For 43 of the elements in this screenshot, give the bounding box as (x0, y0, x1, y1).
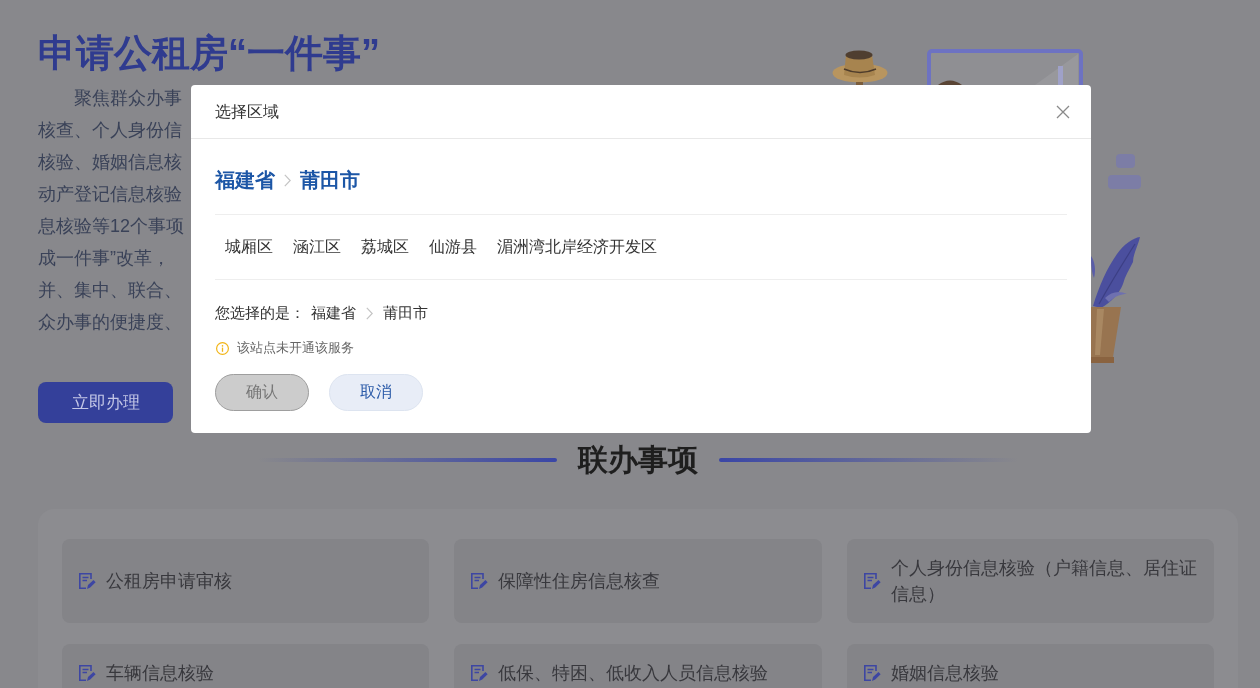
dialog-title: 选择区域 (215, 101, 279, 122)
chevron-right-icon (284, 173, 291, 187)
district-option[interactable]: 仙游县 (419, 235, 487, 259)
start-button[interactable]: 立即办理 (38, 382, 173, 423)
selected-region-text: 福建省 (311, 303, 356, 323)
district-option[interactable]: 城厢区 (215, 235, 283, 259)
section-title: 联办事项 (578, 442, 698, 478)
info-icon (216, 341, 229, 355)
document-edit-icon (470, 572, 489, 590)
region-breadcrumb-link[interactable]: 莆田市 (300, 165, 360, 195)
district-option[interactable]: 湄洲湾北岸经济开发区 (487, 235, 667, 259)
district-option[interactable]: 涵江区 (283, 235, 351, 259)
service-item[interactable]: 婚姻信息核验 (846, 644, 1214, 688)
document-edit-icon (862, 572, 881, 590)
service-item[interactable]: 公租房申请审核 (62, 539, 430, 623)
region-breadcrumb-link[interactable]: 福建省 (215, 165, 275, 195)
service-item[interactable]: 个人身份信息核验（户籍信息、居住证信息） (846, 539, 1214, 623)
close-icon (1056, 104, 1070, 119)
service-item[interactable]: 低保、特困、低收入人员信息核验 (454, 644, 822, 688)
intro-text-line: 聚焦群众办事 (74, 87, 182, 110)
hat-drawing (832, 50, 888, 85)
chevron-right-icon (366, 306, 373, 320)
document-edit-icon (78, 572, 96, 590)
selected-region-text: 莆田市 (383, 303, 428, 323)
rounded-bars-drawing (1107, 154, 1141, 190)
intro-text-line: 核验、婚姻信息核 (38, 151, 182, 174)
selection-label: 您选择的是： (215, 303, 305, 323)
intro-text-line: 息核验等12个事项 (38, 215, 185, 238)
intro-text-line: 核查、个人身份信 (38, 119, 182, 142)
intro-text-line: 成一件事”改革， (38, 247, 170, 270)
cancel-button[interactable]: 取消 (329, 374, 423, 411)
district-option[interactable]: 荔城区 (351, 235, 419, 259)
intro-text-line: 并、集中、联合、 (38, 279, 182, 302)
document-edit-icon (78, 664, 96, 682)
intro-text-line: 动产登记信息核验 (38, 183, 182, 206)
document-edit-icon (862, 664, 881, 682)
intro-text-line: 众办事的便捷度、 (38, 311, 182, 334)
document-edit-icon (470, 664, 489, 682)
service-item[interactable]: 车辆信息核验 (62, 644, 430, 688)
page-title: 申请公租房“一件事” (38, 31, 380, 75)
notice-text: 该站点未开通该服务 (237, 339, 354, 357)
service-item[interactable]: 保障性住房信息核查 (454, 539, 822, 623)
close-button[interactable] (1056, 104, 1070, 119)
